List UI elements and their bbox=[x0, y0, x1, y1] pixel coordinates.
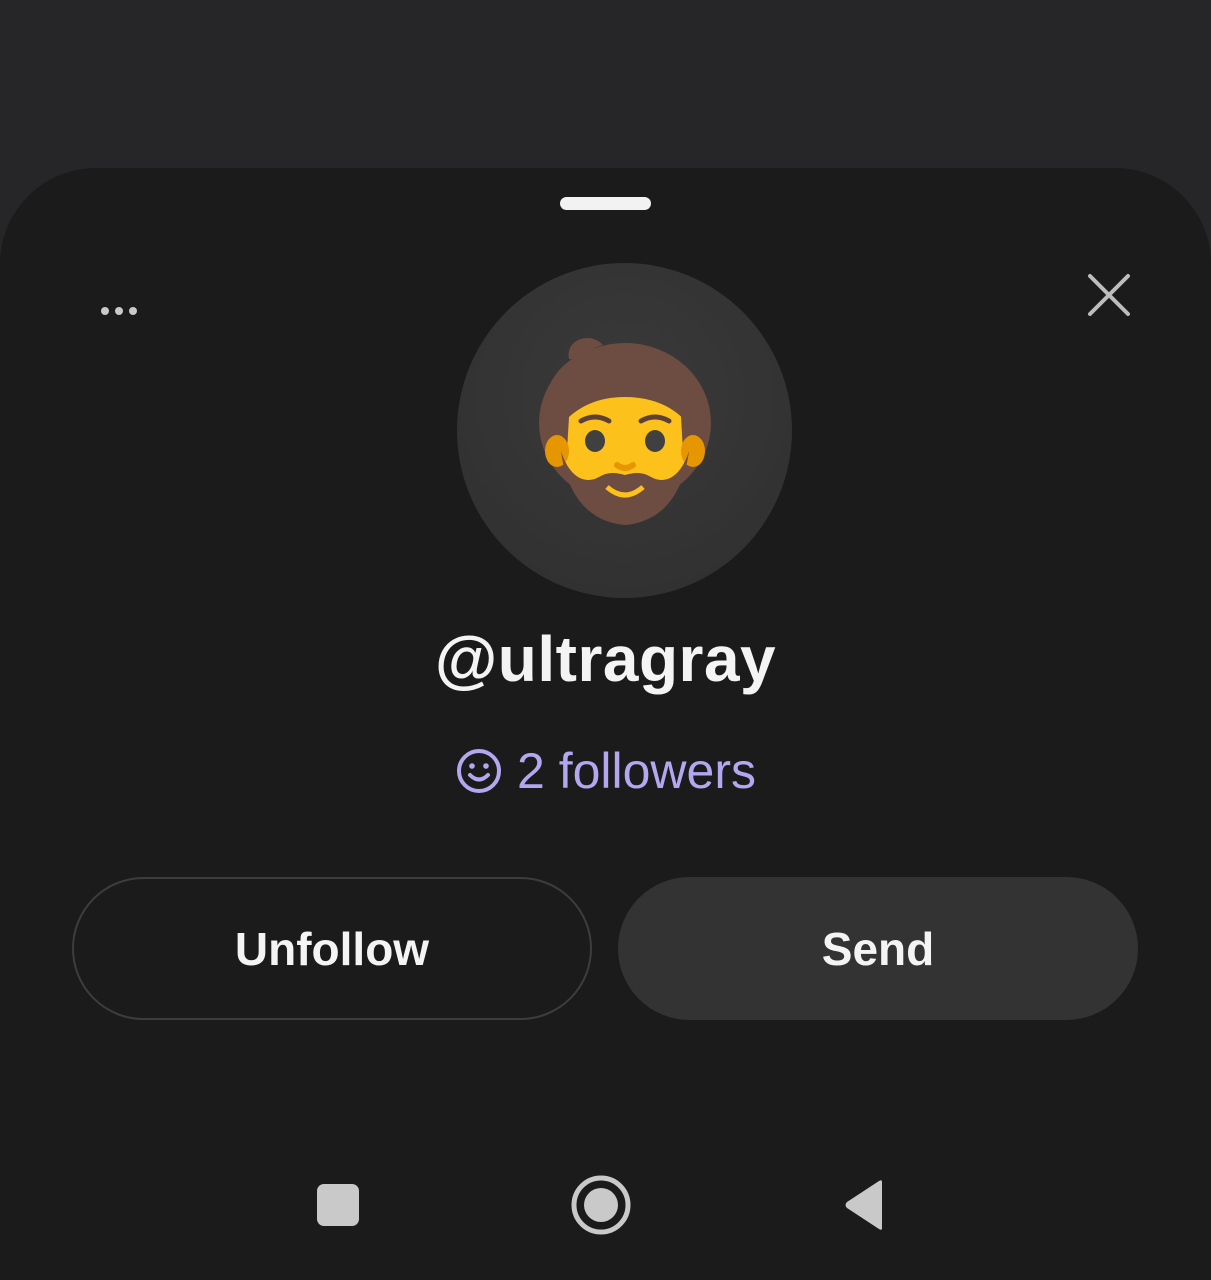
more-options-button[interactable] bbox=[88, 290, 150, 332]
followers-count-link[interactable]: 2 followers bbox=[0, 742, 1211, 800]
nav-back-button[interactable] bbox=[832, 1172, 898, 1238]
back-triangle-icon bbox=[845, 1180, 882, 1230]
avatar[interactable] bbox=[457, 263, 792, 598]
sheet-drag-handle[interactable] bbox=[560, 197, 651, 210]
bearded-man-emoji-icon bbox=[538, 337, 711, 525]
smiley-icon bbox=[457, 749, 501, 793]
home-circle-icon bbox=[571, 1175, 631, 1235]
close-button[interactable] bbox=[1080, 266, 1138, 324]
unfollow-button[interactable]: Unfollow bbox=[72, 877, 592, 1020]
close-icon bbox=[1088, 274, 1130, 316]
nav-home-button[interactable] bbox=[568, 1172, 634, 1238]
profile-username: @ultragray bbox=[434, 623, 777, 695]
send-button-label: Send bbox=[821, 922, 935, 975]
followers-count-label: 2 followers bbox=[517, 743, 756, 799]
nav-recents-button[interactable] bbox=[305, 1172, 371, 1238]
more-icon-dot bbox=[101, 307, 109, 315]
more-icon-dot bbox=[115, 307, 123, 315]
send-button[interactable]: Send bbox=[618, 877, 1138, 1020]
unfollow-button-label: Unfollow bbox=[234, 922, 430, 975]
recents-square-icon bbox=[317, 1184, 359, 1226]
more-icon-dot bbox=[129, 307, 137, 315]
